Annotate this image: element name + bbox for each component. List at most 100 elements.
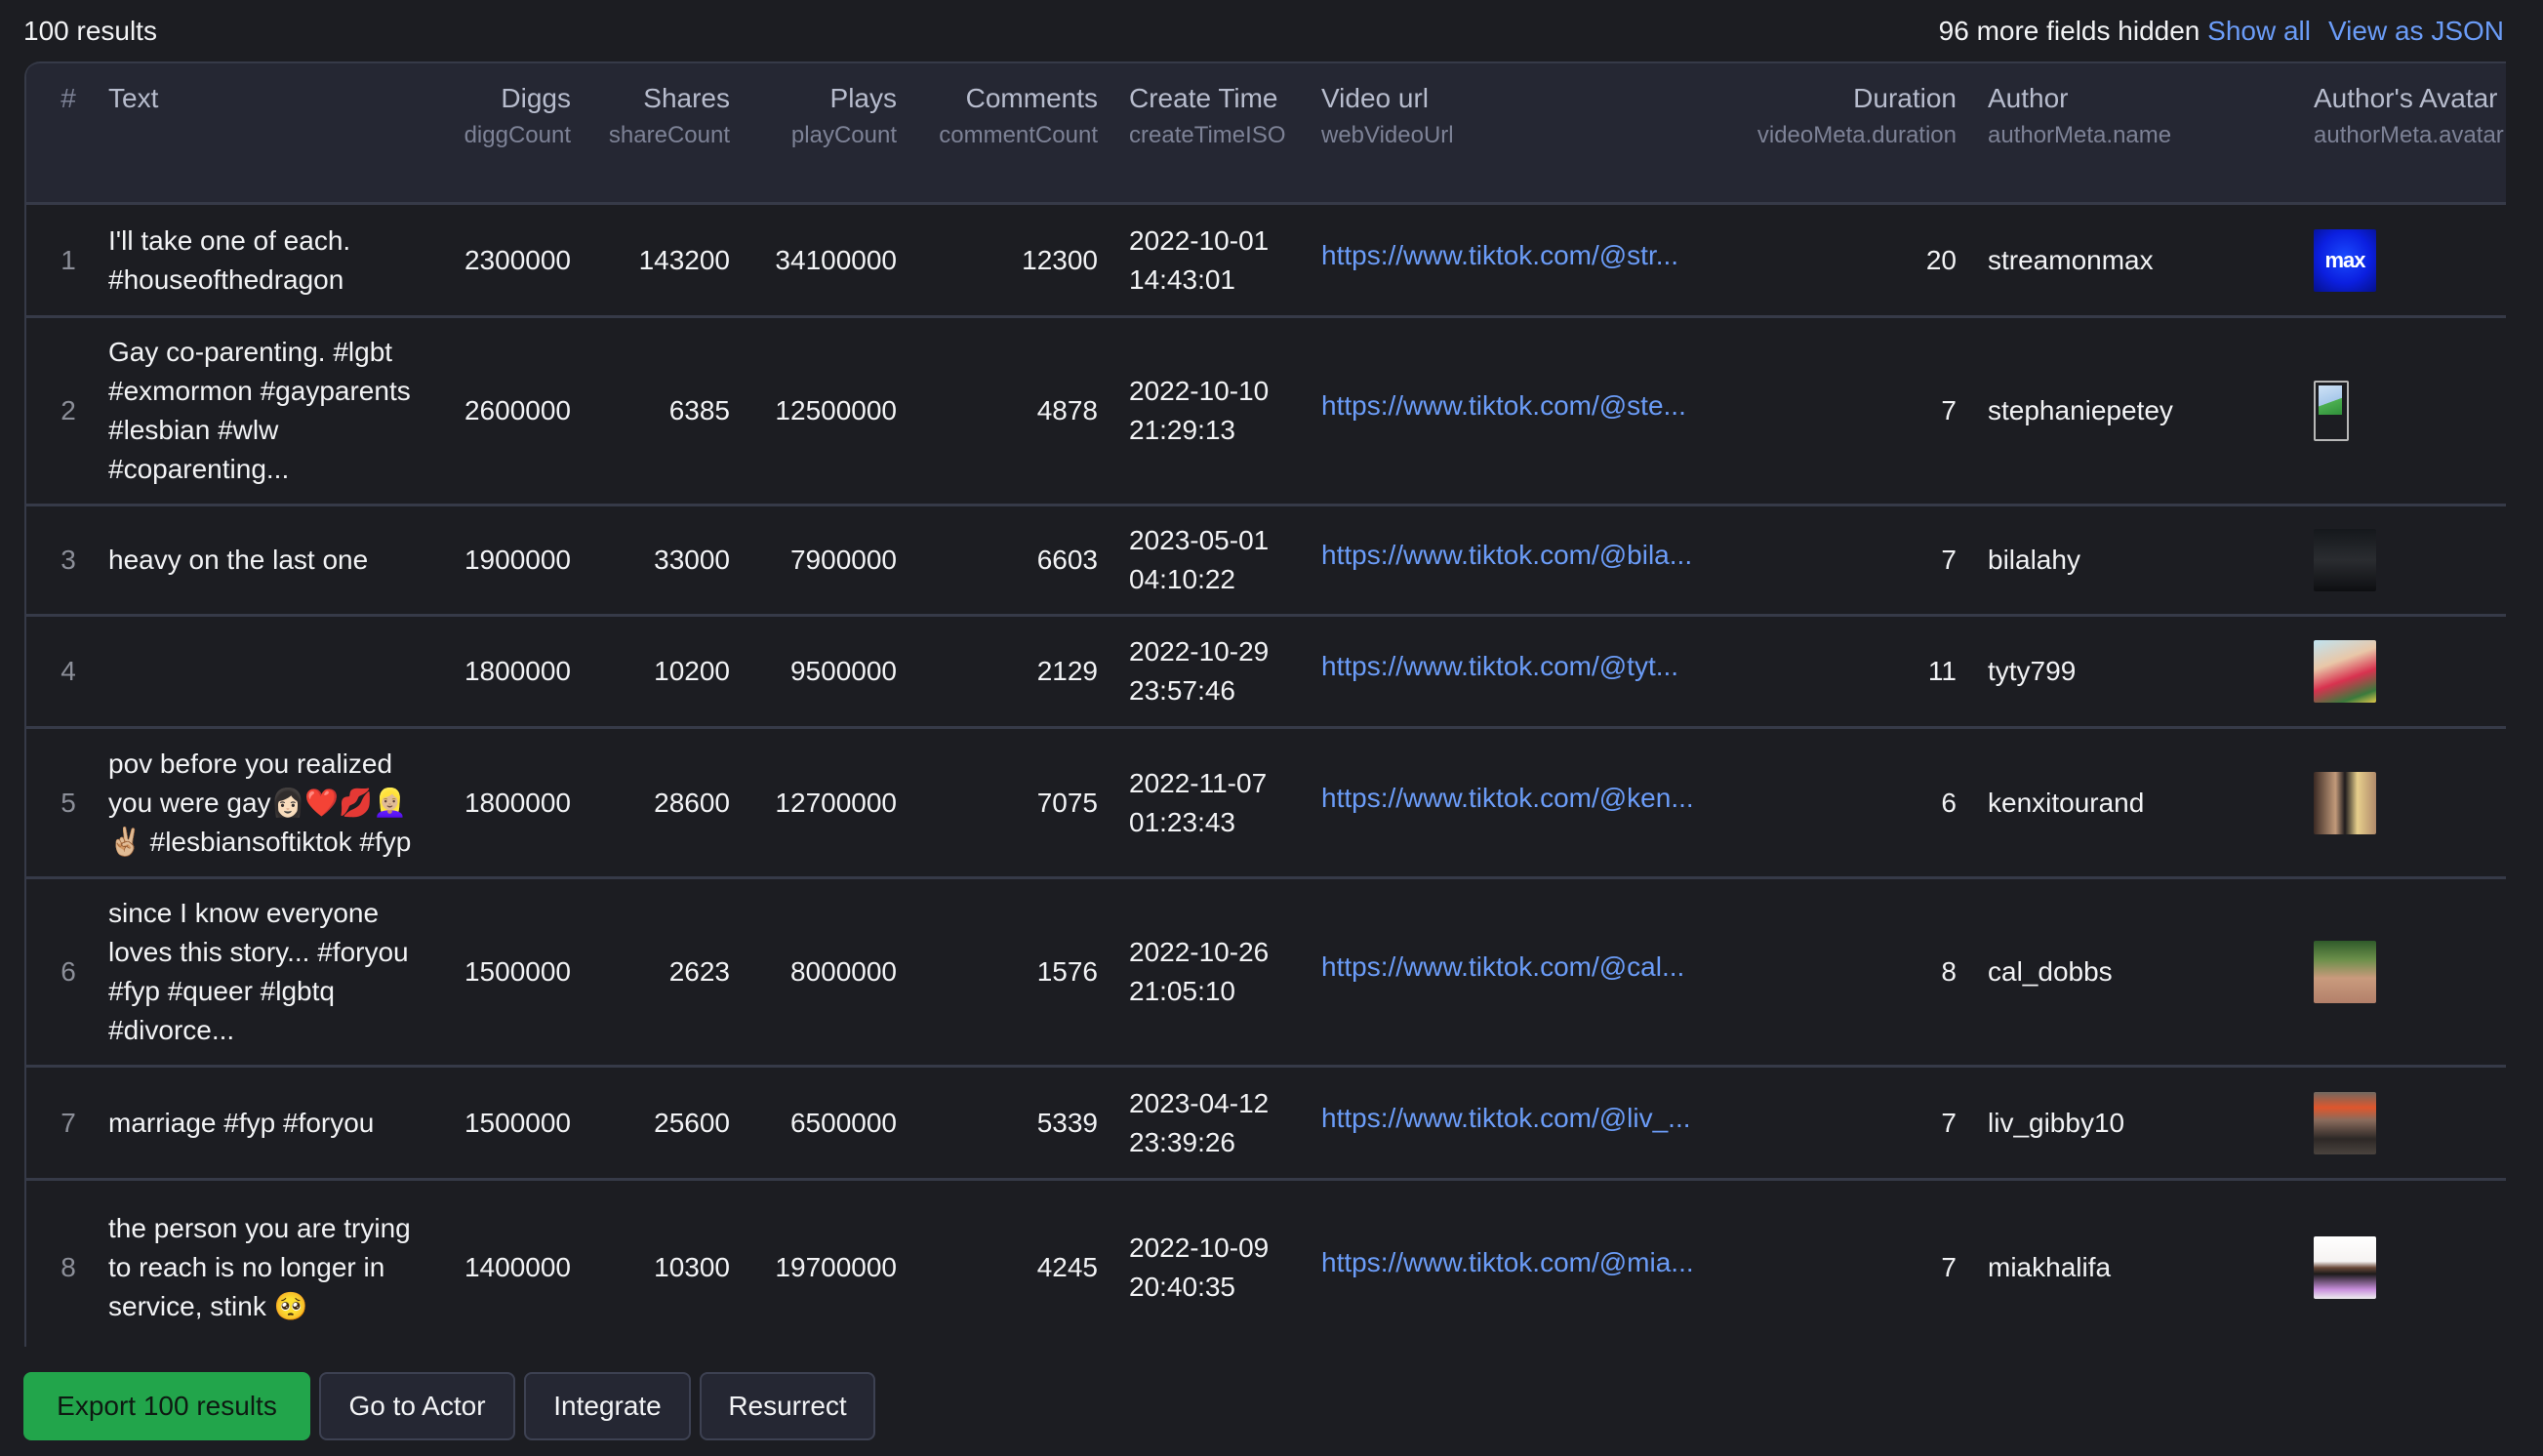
avatar-cell[interactable] [2314,617,2376,726]
column-title: Create Time [1129,83,1278,113]
column-field-key: playCount [790,122,897,148]
avatar-cell[interactable] [2314,506,2376,614]
video-url-link[interactable]: https://www.tiktok.com/@tyt... [1321,617,1678,726]
column-header-avatar[interactable]: Author's Avatar authorMeta.avatar [2314,81,2504,153]
export-results-button[interactable]: Export 100 results [23,1372,310,1440]
row-index: 2 [61,395,76,425]
results-table[interactable]: # Text Diggs diggCount Shares shareCount… [24,61,2506,1347]
column-header-author[interactable]: Author authorMeta.name [1988,81,2171,153]
table-row[interactable]: 4 1800000 10200 9500000 2129 2022-10-29 … [26,617,2506,729]
table-row[interactable]: 3 heavy on the last one 1900000 33000 79… [26,506,2506,617]
broken-image-icon[interactable] [2314,381,2349,441]
author-cell: cal_dobbs [1988,956,2113,987]
table-row[interactable]: 5 pov before you realized you were gay👩🏻… [26,729,2506,879]
shares-cell: 10300 [654,1251,730,1282]
video-url-link[interactable]: https://www.tiktok.com/@str... [1321,205,1678,315]
author-avatar[interactable] [2314,529,2376,591]
row-index: 4 [61,656,76,686]
author-cell: tyty799 [1988,656,2077,686]
integrate-button[interactable]: Integrate [524,1372,691,1440]
author-avatar[interactable] [2314,640,2376,703]
column-field-key: commentCount [939,122,1098,148]
avatar-cell[interactable] [2314,1068,2376,1178]
table-row[interactable]: 6 since I know everyone loves this story… [26,879,2506,1068]
column-header-index[interactable]: # [46,81,91,116]
shares-cell: 10200 [654,656,730,686]
create-time-cell: 2022-11-07 01:23:43 [1129,729,1267,876]
text-cell: I'll take one of each. #houseofthedragon [108,224,351,295]
row-index: 8 [61,1251,76,1282]
column-header-video-url[interactable]: Video url webVideoUrl [1321,81,1454,153]
comments-cell: 7075 [1036,787,1098,818]
column-header-text[interactable]: Text [108,81,158,116]
go-to-actor-button[interactable]: Go to Actor [319,1372,515,1440]
duration-cell: 7 [1941,395,1957,425]
text-cell: Gay co-parenting. #lgbt #exmormon #gaypa… [108,337,411,484]
duration-cell: 7 [1941,1107,1957,1138]
create-date: 2022-10-26 [1129,937,1270,967]
view-as-json-link[interactable]: View as JSON [2328,16,2504,46]
avatar-cell[interactable] [2314,879,2376,1065]
table-row[interactable]: 7 marriage #fyp #foryou 1500000 25600 65… [26,1068,2506,1181]
create-time-cell: 2023-04-12 23:39:26 [1129,1068,1269,1178]
video-url-link[interactable]: https://www.tiktok.com/@cal... [1321,879,1684,1065]
column-field-key: createTimeISO [1129,122,1286,148]
avatar-cell[interactable] [2314,318,2349,504]
row-index: 5 [61,787,76,818]
resurrect-button[interactable]: Resurrect [700,1372,875,1440]
column-header-diggs[interactable]: Diggs diggCount [464,81,571,153]
max-logo-avatar[interactable]: max [2314,228,2376,292]
create-clock: 21:05:10 [1129,976,1235,1006]
plays-cell: 12700000 [775,787,897,818]
avatar-cell[interactable] [2314,729,2376,876]
column-header-duration[interactable]: Duration videoMeta.duration [1757,81,1957,153]
shares-cell: 143200 [638,244,730,275]
column-title: Author's Avatar [2314,83,2498,113]
show-all-link[interactable]: Show all [2207,16,2311,46]
diggs-cell: 1400000 [464,1251,571,1282]
table-row[interactable]: 8 the person you are trying to reach is … [26,1181,2506,1347]
author-cell: miakhalifa [1988,1251,2112,1282]
avatar-cell[interactable] [2314,1181,2376,1347]
plays-cell: 8000000 [789,956,897,987]
create-time-cell: 2022-10-01 14:43:01 [1129,205,1269,315]
column-header-plays[interactable]: Plays playCount [791,81,897,153]
column-header-shares[interactable]: Shares shareCount [609,81,730,153]
text-cell: the person you are trying to reach is no… [108,1212,411,1321]
column-title: Diggs [501,83,571,113]
author-cell: stephaniepetey [1988,395,2173,425]
text-cell: pov before you realized you were gay👩🏻❤️… [108,748,412,857]
video-url-link[interactable]: https://www.tiktok.com/@liv_... [1321,1068,1691,1178]
hidden-fields-controls: 96 more fields hidden Show all View as JS… [1939,16,2504,47]
diggs-cell: 1800000 [464,656,571,686]
create-date: 2022-11-07 [1129,767,1268,798]
video-url-link[interactable]: https://www.tiktok.com/@ken... [1321,729,1694,876]
video-url-link[interactable]: https://www.tiktok.com/@ste... [1321,318,1686,504]
shares-cell: 25600 [654,1107,730,1138]
video-url-link[interactable]: https://www.tiktok.com/@mia... [1321,1181,1694,1347]
shares-cell: 33000 [654,545,730,575]
author-avatar[interactable] [2314,1091,2376,1154]
plays-cell: 6500000 [789,1107,897,1138]
plays-cell: 19700000 [775,1251,897,1282]
duration-cell: 7 [1941,545,1957,575]
author-avatar[interactable] [2314,1235,2376,1299]
column-header-create-time[interactable]: Create Time createTimeISO [1129,81,1286,153]
duration-cell: 20 [1925,244,1957,275]
table-row[interactable]: 1 I'll take one of each. #houseofthedrag… [26,205,2506,318]
create-date: 2022-10-09 [1129,1232,1270,1263]
column-header-comments[interactable]: Comments commentCount [939,81,1098,153]
diggs-cell: 2300000 [464,244,571,275]
author-avatar[interactable] [2314,941,2376,1003]
author-cell: kenxitourand [1988,787,2145,818]
table-row[interactable]: 2 Gay co-parenting. #lgbt #exmormon #gay… [26,318,2506,506]
avatar-cell[interactable]: max [2314,205,2376,315]
duration-cell: 8 [1941,956,1957,987]
create-time-cell: 2022-10-10 21:29:13 [1129,318,1269,504]
author-avatar[interactable] [2314,771,2376,834]
comments-cell: 4878 [1036,395,1098,425]
comments-cell: 5339 [1036,1107,1098,1138]
column-field-key: videoMeta.duration [1756,122,1957,148]
video-url-link[interactable]: https://www.tiktok.com/@bila... [1321,506,1692,614]
plays-cell: 34100000 [775,244,897,275]
